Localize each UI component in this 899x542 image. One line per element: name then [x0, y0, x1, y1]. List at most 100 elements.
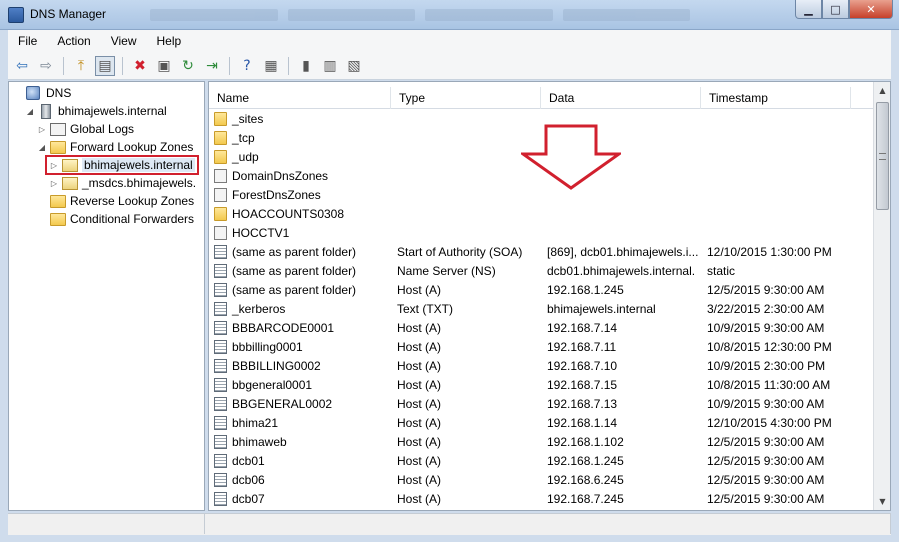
cell-type: Name Server (NS) — [397, 263, 496, 278]
record-icon — [214, 263, 227, 278]
expand-toggle-icon[interactable]: ◢ — [37, 143, 47, 152]
tree-node-label: bhimajewels.internal — [82, 158, 195, 172]
table-row[interactable]: _kerberos Text (TXT) bhimajewels.internal 3… — [214, 299, 872, 318]
vertical-scrollbar[interactable]: ▲ ▼ — [873, 82, 890, 510]
tree-node[interactable]: Reverse Lookup Zones — [37, 192, 194, 210]
table-row[interactable]: bhima21 Host (A) 192.168.1.14 12/10/2015 4:… — [214, 413, 872, 432]
server-icon — [41, 103, 51, 119]
column-header-row: Name Type Data Timestamp — [209, 87, 873, 109]
tree-node[interactable]: ▷ bhimajewels.internal — [45, 155, 199, 175]
back-arrow-icon[interactable]: ⇦ — [12, 56, 32, 76]
maximize-button[interactable]: □ — [822, 0, 849, 19]
table-row[interactable]: dcb01 Host (A) 192.168.1.245 12/5/2015 9:30… — [214, 451, 872, 470]
tree-node[interactable]: Conditional Forwarders — [37, 210, 194, 228]
table-row[interactable]: bbgeneral0001 Host (A) 192.168.7.15 10/8/20… — [214, 375, 872, 394]
cell-name: (same as parent folder) — [214, 263, 397, 278]
expand-toggle-icon[interactable]: ▷ — [37, 125, 47, 134]
new-alias-icon[interactable]: ▥ — [320, 56, 340, 76]
table-row[interactable]: HOACCOUNTS0308 — [214, 204, 872, 223]
expand-toggle-icon[interactable]: ▷ — [49, 179, 59, 188]
cell-name: bbgeneral0001 — [214, 377, 397, 392]
down-arrow-annotation — [521, 124, 621, 190]
cell-type: Host (A) — [397, 453, 442, 468]
column-header-data[interactable]: Data — [541, 87, 701, 109]
cell-name: _tcp — [214, 130, 397, 145]
tree-node[interactable]: ◢ Forward Lookup Zones — [37, 138, 193, 156]
minimize-button[interactable]: ▁ — [795, 0, 822, 19]
cell-name: bhima21 — [214, 415, 397, 430]
help-icon[interactable]: ? — [237, 56, 257, 76]
table-row[interactable]: bhimaweb Host (A) 192.168.1.102 12/5/2015 9… — [214, 432, 872, 451]
record-name: _kerberos — [232, 301, 286, 316]
export-list-icon[interactable]: ⇥ — [202, 56, 222, 76]
menu-file[interactable]: File — [8, 34, 47, 48]
scroll-down-icon[interactable]: ▼ — [874, 493, 890, 510]
cell-type: Host (A) — [397, 320, 442, 335]
show-action-pane-icon[interactable]: ▦ — [261, 56, 281, 76]
cell-timestamp: static — [707, 263, 736, 278]
record-icon — [214, 415, 227, 430]
table-row[interactable]: (same as parent folder) Name Server (NS) d… — [214, 261, 872, 280]
cell-type: Host (A) — [397, 377, 442, 392]
column-header-name[interactable]: Name — [209, 87, 391, 109]
menu-help[interactable]: Help — [147, 34, 192, 48]
tree-node-label: _msdcs.bhimajewels. — [82, 176, 197, 190]
cell-data: 192.168.7.245 — [547, 491, 624, 506]
expand-toggle-icon[interactable]: ◢ — [25, 107, 35, 116]
show-hide-tree-icon[interactable]: ▤ — [95, 55, 115, 76]
table-row[interactable]: bbbilling0001 Host (A) 192.168.7.11 10/8/20… — [214, 337, 872, 356]
record-name: bhima21 — [232, 415, 279, 430]
record-name: _tcp — [232, 130, 255, 145]
refresh-icon[interactable]: ↻ — [178, 56, 198, 76]
record-name: (same as parent folder) — [232, 263, 357, 278]
tree-node-label: DNS — [46, 86, 72, 100]
properties-icon[interactable]: ▣ — [154, 56, 174, 76]
table-row[interactable]: BBBARCODE0001 Host (A) 192.168.7.14 10/9/20… — [214, 318, 872, 337]
record-icon — [214, 491, 227, 506]
expand-toggle-icon[interactable]: ▷ — [49, 161, 59, 170]
column-header-type[interactable]: Type — [391, 87, 541, 109]
folder-icon — [50, 194, 66, 208]
table-row[interactable]: dcb06 Host (A) 192.168.6.245 12/5/2015 9:30… — [214, 470, 872, 489]
cell-name: bbbilling0001 — [214, 339, 397, 354]
table-row[interactable]: BBBILLING0002 Host (A) 192.168.7.10 10/9/20… — [214, 356, 872, 375]
new-mail-exchanger-icon[interactable]: ▧ — [344, 56, 364, 76]
cell-name: dcb07 — [214, 491, 397, 506]
close-button[interactable]: ✕ — [849, 0, 893, 19]
record-icon — [214, 434, 227, 449]
menu-view[interactable]: View — [101, 34, 147, 48]
tree-node[interactable]: ◢ bhimajewels.internal — [25, 102, 167, 120]
tree-node[interactable]: ▷ Global Logs — [37, 120, 134, 138]
record-icon — [214, 396, 227, 411]
cell-name: dcb01 — [214, 453, 397, 468]
scroll-thumb[interactable] — [876, 102, 889, 210]
table-row[interactable]: (same as parent folder) Start of Authorit… — [214, 242, 872, 261]
table-row[interactable]: (same as parent folder) Host (A) 192.168.1… — [214, 280, 872, 299]
scroll-up-icon[interactable]: ▲ — [874, 82, 890, 99]
console-tree: DNS ◢ bhimajewels.internal ▷ Global Logs ◢ For… — [8, 81, 205, 511]
dns-manager-app-icon — [8, 7, 24, 23]
forward-arrow-icon[interactable]: ⇨ — [36, 56, 56, 76]
cell-timestamp: 10/8/2015 11:30:00 AM — [707, 377, 831, 392]
table-row[interactable]: dcb07 Host (A) 192.168.7.245 12/5/2015 9:30… — [214, 489, 872, 508]
tree-node[interactable]: ▷ _msdcs.bhimajewels. — [49, 174, 196, 192]
record-icon — [214, 472, 227, 487]
table-row[interactable]: HOCCTV1 — [214, 223, 872, 242]
tree-node[interactable]: DNS — [13, 84, 71, 102]
menu-action[interactable]: Action — [47, 34, 100, 48]
cell-data: [869], dcb01.bhimajewels.i... — [547, 244, 699, 259]
cell-name: _sites — [214, 111, 397, 126]
zone-icon — [62, 158, 78, 172]
delete-icon[interactable]: ✖ — [130, 56, 150, 76]
cell-name: dcb06 — [214, 472, 397, 487]
table-row[interactable]: BBGENERAL0002 Host (A) 192.168.7.13 10/9/20… — [214, 394, 872, 413]
status-pane-left — [8, 514, 205, 534]
up-folder-icon[interactable]: ⤒ — [71, 56, 91, 76]
column-header-timestamp[interactable]: Timestamp — [701, 87, 851, 109]
cell-timestamp: 12/5/2015 9:30:00 AM — [707, 282, 825, 297]
new-host-icon[interactable]: ▮ — [296, 56, 316, 76]
cell-timestamp: 12/10/2015 4:30:00 PM — [707, 415, 832, 430]
record-name: dcb07 — [232, 491, 265, 506]
record-name: bhimaweb — [232, 434, 287, 449]
cell-name: (same as parent folder) — [214, 282, 397, 297]
